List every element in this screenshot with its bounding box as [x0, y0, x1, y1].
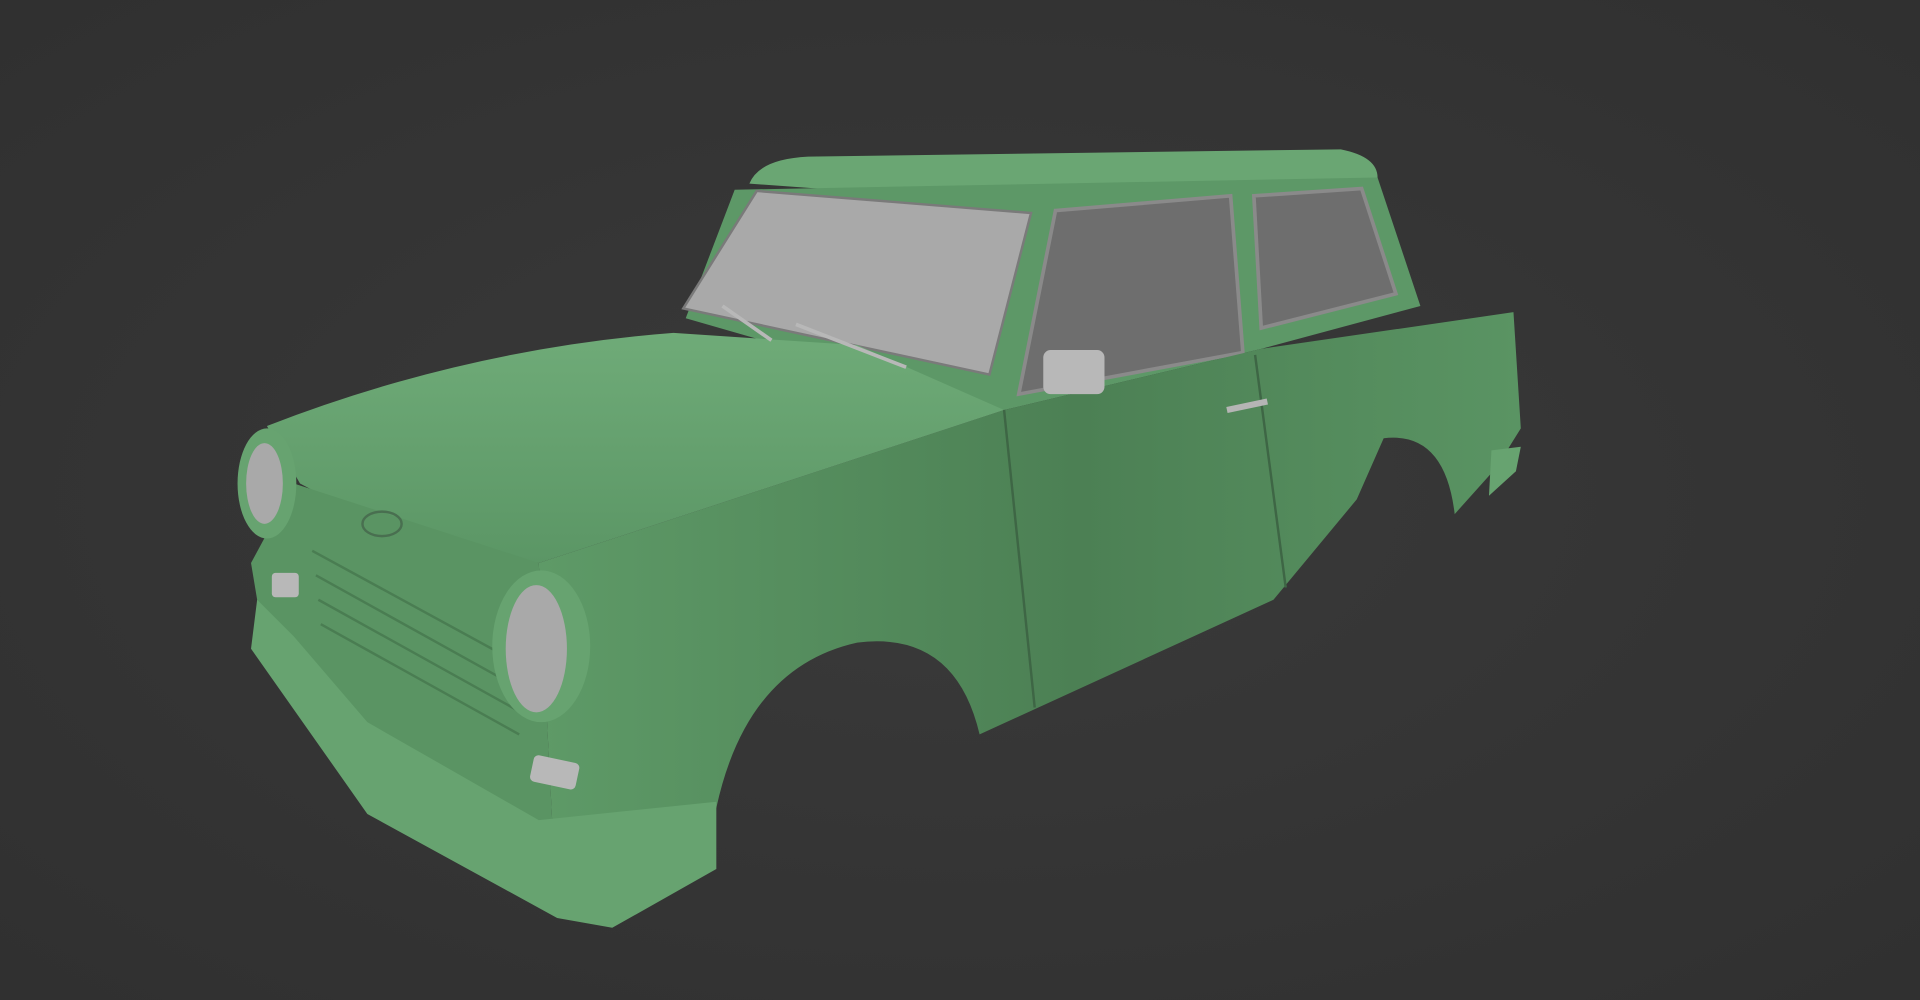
- headlight-left: [237, 428, 297, 539]
- 3d-viewport[interactable]: [0, 0, 1920, 1000]
- indicator-left: [271, 572, 299, 598]
- headlight-right: [492, 570, 591, 723]
- side-mirror: [1043, 350, 1105, 395]
